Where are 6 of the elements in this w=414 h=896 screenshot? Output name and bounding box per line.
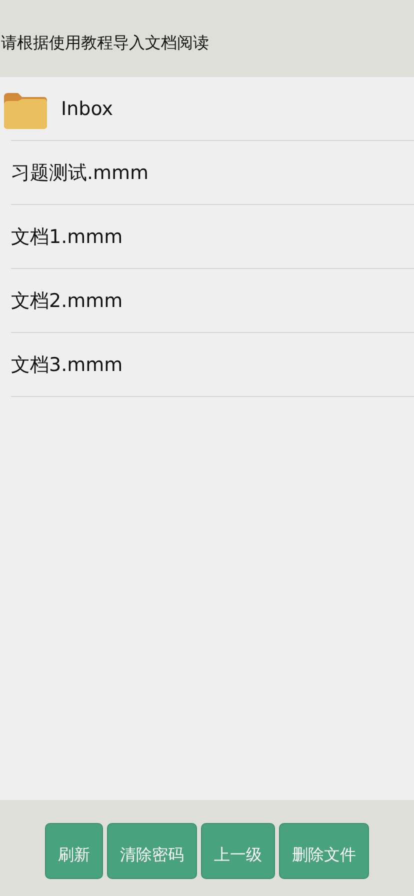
file-name[interactable]: 文档3.mmm (11, 352, 123, 378)
file-name[interactable]: 文档2.mmm (11, 288, 123, 314)
file-name[interactable]: 习题测试.mmm (11, 160, 149, 186)
file-name[interactable]: 文档1.mmm (11, 224, 123, 250)
header-title: 请根据使用教程导入文档阅读 (1, 33, 209, 54)
folder-name[interactable]: Inbox (61, 98, 113, 120)
